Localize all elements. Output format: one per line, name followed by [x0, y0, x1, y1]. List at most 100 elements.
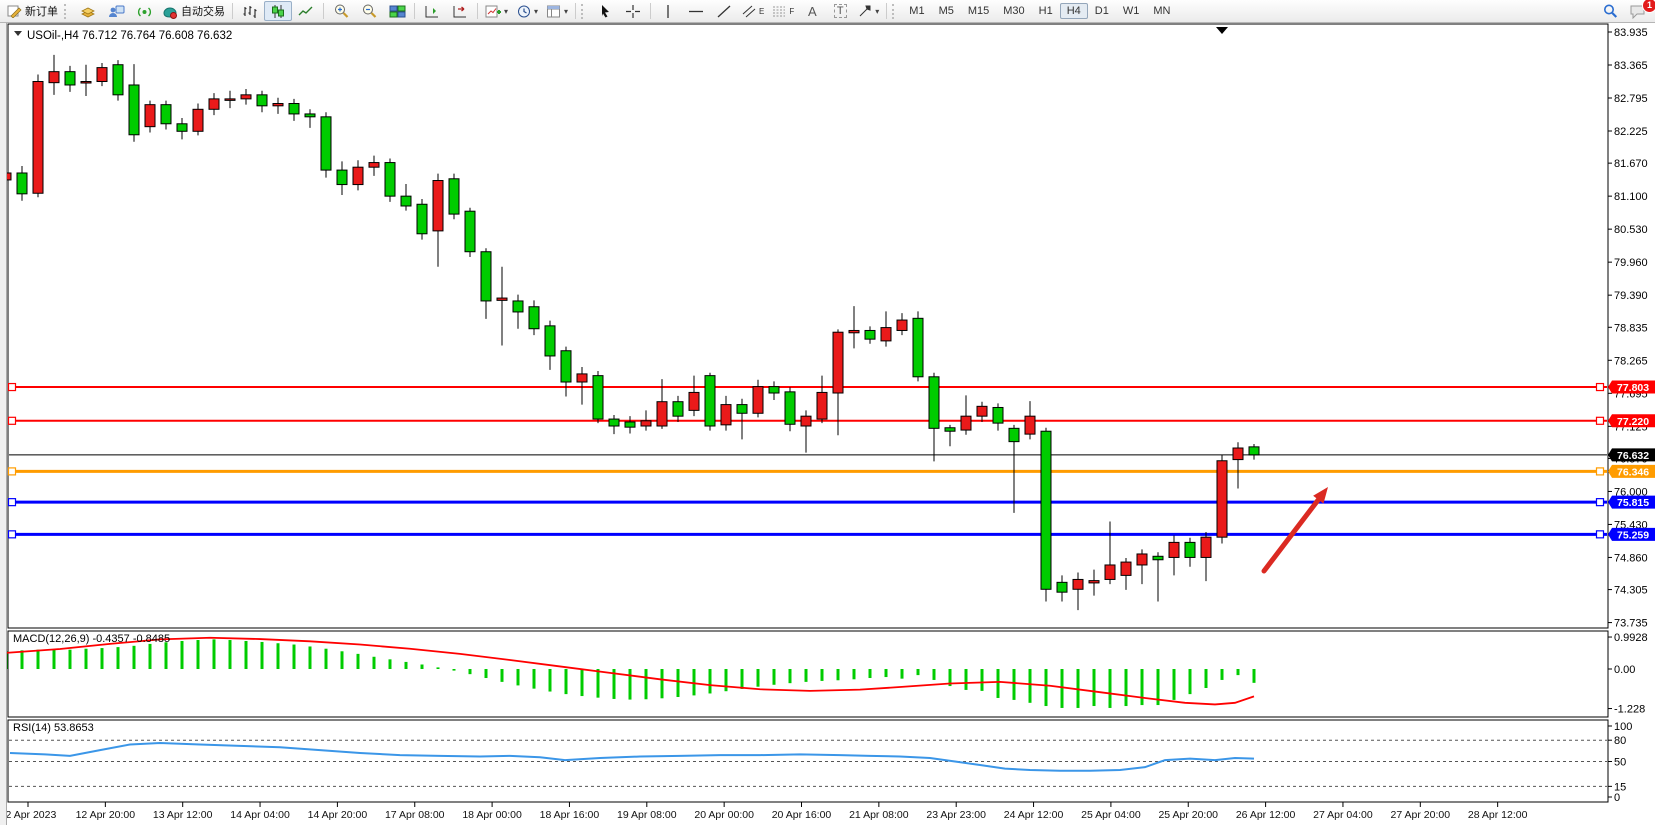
line-handle[interactable] — [9, 531, 16, 538]
line-handle[interactable] — [1597, 417, 1604, 424]
candle-body-bear — [177, 124, 187, 132]
time-label: 19 Apr 08:00 — [617, 809, 677, 821]
candlestick-mode-button[interactable] — [264, 1, 292, 21]
tf-button-M1[interactable]: M1 — [902, 3, 931, 19]
candle-body-bull — [817, 392, 827, 419]
candle-body-bear — [17, 173, 27, 194]
tf-button-D1[interactable]: D1 — [1088, 3, 1116, 19]
tf-button-W1[interactable]: W1 — [1116, 3, 1147, 19]
time-label: 14 Apr 20:00 — [308, 809, 368, 821]
line-handle[interactable] — [1597, 499, 1604, 506]
indicators-button[interactable]: ▾ — [481, 1, 512, 21]
candle-body-bear — [1057, 582, 1067, 592]
arrows-tool-button[interactable]: ▾ — [854, 1, 883, 21]
candle-body-bull — [897, 320, 907, 330]
auto-trading-button[interactable]: 自动交易 — [158, 1, 229, 21]
line-handle[interactable] — [9, 499, 16, 506]
price-tick-label: 74.860 — [1614, 552, 1648, 564]
text-label-tool-button[interactable]: T — [826, 1, 854, 21]
candle-body-bull — [145, 105, 155, 127]
candle — [449, 174, 459, 220]
notifications-button[interactable]: 1 — [1624, 1, 1652, 21]
tf-button-H1[interactable]: H1 — [1032, 3, 1060, 19]
search-button[interactable] — [1596, 1, 1624, 21]
tf-button-H4[interactable]: H4 — [1060, 3, 1088, 19]
crosshair-tool-button[interactable] — [619, 1, 647, 21]
tf-button-M30[interactable]: M30 — [996, 3, 1031, 19]
candle-body-bear — [609, 419, 619, 426]
cursor-tool-button[interactable] — [591, 1, 619, 21]
price-tag-value: 77.803 — [1617, 382, 1649, 394]
notification-badge: 1 — [1642, 0, 1655, 13]
candle-body-bull — [1233, 448, 1243, 460]
candle-body-bull — [721, 405, 731, 425]
candle-body-bear — [289, 104, 299, 114]
time-label: 27 Apr 04:00 — [1313, 809, 1373, 821]
tf-button-M15[interactable]: M15 — [961, 3, 996, 19]
candle-body-bull — [961, 416, 971, 430]
zoom-in-button[interactable] — [327, 1, 355, 21]
vertical-line-tool-button[interactable] — [654, 1, 682, 21]
price-tag-76.346: 76.346 — [1608, 465, 1655, 479]
fibonacci-tool-button[interactable]: F — [768, 1, 798, 21]
candle — [705, 373, 715, 431]
horizontal-line-tool-button[interactable] — [682, 1, 710, 21]
candle-body-bear — [945, 428, 955, 431]
candle-body-bull — [1169, 542, 1179, 557]
price-tick-label: 82.225 — [1614, 126, 1648, 138]
text-tool-button[interactable]: A — [798, 1, 826, 21]
candle-body-bear — [593, 376, 603, 419]
accounts-button[interactable] — [102, 1, 130, 21]
candle-body-bull — [81, 82, 91, 84]
tile-windows-button[interactable] — [383, 1, 411, 21]
line-handle[interactable] — [9, 417, 16, 424]
market-watch-button[interactable] — [74, 1, 102, 21]
rsi-label: RSI(14) 53.8653 — [13, 722, 94, 734]
line-handle[interactable] — [9, 468, 16, 475]
time-label: 26 Apr 12:00 — [1236, 809, 1296, 821]
macd-tick-label: 0.9928 — [1614, 632, 1648, 644]
candle-body-bear — [1009, 428, 1019, 441]
horizontal-line-icon — [688, 4, 704, 19]
candle-body-bull — [833, 332, 843, 393]
signal-button[interactable] — [130, 1, 158, 21]
candle-body-bear — [529, 307, 539, 329]
line-handle[interactable] — [1597, 531, 1604, 538]
chart-shift-button[interactable] — [446, 1, 474, 21]
bar-chart-mode-button[interactable] — [236, 1, 264, 21]
zoom-out-button[interactable] — [355, 1, 383, 21]
dropdown-arrow-icon: ▾ — [564, 7, 568, 16]
line-chart-mode-button[interactable] — [292, 1, 320, 21]
indicators-icon — [485, 4, 502, 19]
time-label: 24 Apr 12:00 — [1004, 809, 1064, 821]
time-label: 27 Apr 20:00 — [1391, 809, 1451, 821]
price-tag-77.803: 77.803 — [1608, 381, 1655, 395]
candle-body-bull — [241, 95, 251, 99]
chart-canvas[interactable]: USOil-,H4 76.712 76.764 76.608 76.63283.… — [0, 22, 1655, 825]
main-toolbar: 新订单 自动交易 ▾ ▾ — [0, 0, 1655, 23]
candle-body-bull — [689, 392, 699, 410]
trendline-tool-button[interactable] — [710, 1, 738, 21]
text-tool-letter: A — [808, 4, 817, 19]
periods-button[interactable]: ▾ — [512, 1, 542, 21]
toolbar-separator — [232, 3, 233, 19]
equidistant-channel-tool-button[interactable]: E — [738, 1, 768, 21]
new-order-button[interactable]: 新订单 — [3, 1, 62, 21]
price-tick-label: 79.390 — [1614, 290, 1648, 302]
line-handle[interactable] — [9, 384, 16, 391]
line-handle[interactable] — [1597, 384, 1604, 391]
clock-icon — [516, 4, 532, 19]
time-label: 28 Apr 12:00 — [1468, 809, 1528, 821]
candle-body-bull — [97, 68, 107, 82]
templates-button[interactable]: ▾ — [542, 1, 572, 21]
auto-scroll-button[interactable] — [418, 1, 446, 21]
price-tick-label: 83.935 — [1614, 27, 1648, 39]
tf-button-MN[interactable]: MN — [1146, 3, 1177, 19]
candle-body-bull — [577, 374, 587, 382]
candle — [417, 199, 427, 240]
rsi-tick-label: 100 — [1614, 721, 1632, 733]
line-handle[interactable] — [1597, 468, 1604, 475]
tf-button-M5[interactable]: M5 — [932, 3, 961, 19]
candle-body-bear — [1041, 431, 1051, 589]
candle-body-bear — [561, 351, 571, 382]
